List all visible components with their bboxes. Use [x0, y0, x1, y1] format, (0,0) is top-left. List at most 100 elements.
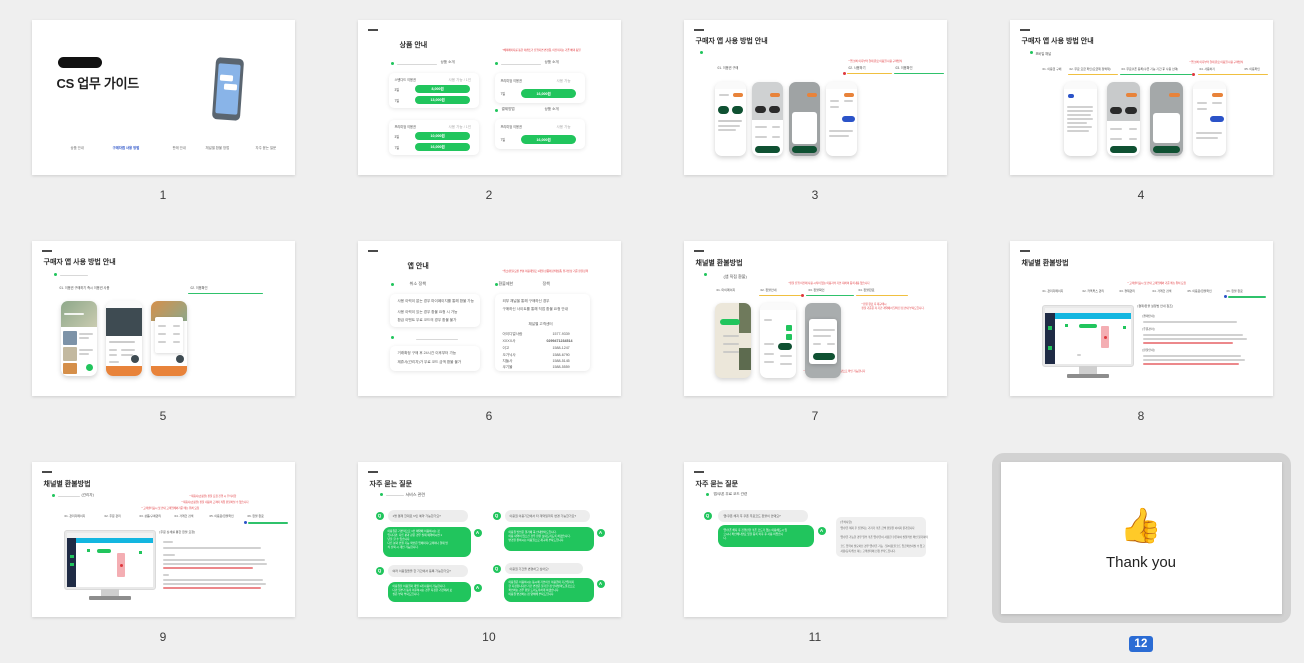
section-label: 상품 소개: [440, 59, 455, 64]
product-card: 프리미엄 이용권 사용 가능 7일 16,000원: [494, 118, 585, 149]
note-line: 앱/쿠폰 해지 후 진행되는 기기가 쿠폰 금액 환불을 이어지 불가합니다: [840, 526, 915, 530]
slide-thumbnail-1[interactable]: CS 업무 가이드 상품 안내 구매자앱 사용 방법 판매 안내 채널별 환불 …: [31, 19, 295, 175]
slide-thumb-wrap-4[interactable]: 구매자 앱 사용 방법 안내 모바일 채널 * 앱 설치 이후부터 결제 완료 …: [1009, 19, 1273, 175]
bullet-dot: [494, 61, 498, 65]
slide-thumbnail-11[interactable]: 자주 묻는 질문 앱/쿠폰 무료 코드 관련 Q 앱/쿠폰 해지 후 쿠폰 무료…: [683, 461, 947, 617]
bullet-dot: [390, 282, 394, 286]
answer-bubble: 이용권은 이용하시는 동시에 기본이신 이용권이 기간일까지 한 지정합니다만 …: [503, 577, 594, 602]
slide-thumb-wrap-12[interactable]: 👍 Thank you: [991, 453, 1291, 623]
title-dash: [693, 249, 704, 252]
body-title: [결제/환불 설정법 안내 참조]: [1137, 303, 1173, 308]
slide-thumb-wrap-9[interactable]: 채널별 환불방법 (관리자) * 제휴사(쇼핑몰) 환불 요청 진행 시 주의사…: [31, 461, 295, 617]
slide-thumb-wrap-8[interactable]: 채널별 환불방법 * 고객센터표시 및 안내 고객업체와 기준 메뉴 위치 요청…: [1009, 240, 1273, 396]
slide-cell-9[interactable]: 채널별 환불방법 (관리자) * 제휴사(쇼핑몰) 환불 요청 진행 시 주의사…: [0, 442, 326, 663]
step-label: 02. 사용하기: [848, 65, 866, 70]
step-marker: [842, 71, 846, 75]
bullet-dot: [379, 492, 383, 496]
step-label: 05. 이용료/환불확인: [209, 513, 234, 518]
text-line: [1066, 125, 1092, 128]
step-rule-green: [805, 294, 854, 297]
slide-subtitle: (앱 직접 환불): [723, 273, 747, 279]
table-cell-value: 1588-1247: [552, 345, 570, 350]
slide-thumbnail-3[interactable]: 구매자 앱 사용 방법 안내 01. 이용권 구매 * 앱 설치 이후부터 결제…: [683, 19, 947, 175]
price-label: 10,000원: [430, 133, 445, 138]
monitor-frame: [1041, 304, 1134, 378]
monitor-stand: [100, 588, 119, 596]
slide-thumb-wrap-1[interactable]: CS 업무 가이드 상품 안내 구매자앱 사용 방법 판매 안내 채널별 환불 …: [31, 19, 295, 175]
slide-cell-6[interactable]: 앱 안내 *취소/환불/교환 부분 이용개월로 1개월 상품에 판매상품, 취자…: [326, 221, 652, 442]
text-line: [771, 135, 780, 138]
red-note-1: * 제휴사(쇼핑몰) 환불 요청 진행 시 주의사항: [189, 494, 237, 498]
product-name: 프리미엄 이용권: [500, 78, 522, 83]
table-cell-value: 0299471234514: [546, 338, 573, 343]
slide-cell-1[interactable]: CS 업무 가이드 상품 안내 구매자앱 사용 방법 판매 안내 채널별 환불 …: [0, 0, 326, 221]
section-rule: [59, 274, 88, 277]
slide-title: 채널별 환불방법: [1021, 259, 1069, 267]
step-label: 05. 이용확인: [1244, 66, 1260, 71]
text-line: [717, 128, 736, 131]
slide-thumbnail-8[interactable]: 채널별 환불방법 * 고객센터표시 및 안내 고객업체와 기준 메뉴 위치 요청…: [1009, 240, 1273, 396]
slide-thumbnail-10[interactable]: 자주 묻는 질문 서비스 관련 Q 1명 결제 한대로 N인 예약 가능한가요?…: [357, 461, 621, 617]
phone-mock: [751, 81, 783, 156]
slide-cell-10[interactable]: 자주 묻는 질문 서비스 관련 Q 1명 결제 한대로 N인 예약 가능한가요?…: [326, 442, 652, 663]
text-line: [162, 558, 265, 561]
text-line: [1142, 333, 1243, 336]
body-section: [주문관리]: [1142, 326, 1155, 331]
text-line: [1142, 337, 1247, 340]
section-label: 취소 정책: [409, 280, 427, 286]
slide-thumb-wrap-10[interactable]: 자주 묻는 질문 서비스 관련 Q 1명 결제 한대로 N인 예약 가능한가요?…: [357, 461, 621, 617]
red-note-top: *환불 진행 이전에 사용 시작이 없는 이용자의 기본 대하여 등록내용 없습…: [788, 281, 870, 285]
question-text: 1명 결제 한대로 N인 예약 가능한가요?: [392, 513, 441, 518]
slide-cell-12[interactable]: 👍 Thank you 12: [978, 442, 1304, 663]
slide-thumb-wrap-2[interactable]: 상품 안내 *혜택페이지를 통한 이벤트가 진행되면 변경됨, 이전까지는 기존…: [357, 19, 621, 175]
step-rule-yellow: [855, 294, 908, 297]
slide-thumb-wrap-5[interactable]: 구매자 앱 사용 방법 안내 01. 이용권 구매하기 즉시 이용권 사용 02…: [31, 240, 295, 396]
slide-cell-4[interactable]: 구매자 앱 사용 방법 안내 모바일 채널 * 앱 설치 이후부터 결제 완료 …: [978, 0, 1304, 221]
bullet-dot: [51, 493, 55, 497]
slide-title: 채널별 환불방법: [695, 259, 743, 267]
phone-header: [105, 300, 142, 308]
slide-cell-7[interactable]: 채널별 환불방법 (앱 직접 환불) *환불 진행 이전에 사용 시작이 없는 …: [652, 221, 978, 442]
monitor-screen: [1044, 307, 1131, 364]
slide-number: 11: [808, 629, 822, 644]
nav-item-label: 구매자앱 사용 방법: [112, 145, 140, 150]
slide-thumb-wrap-3[interactable]: 구매자 앱 사용 방법 안내 01. 이용권 구매 * 앱 설치 이후부터 결제…: [683, 19, 947, 175]
text-line: [722, 334, 739, 337]
slide-cell-11[interactable]: 자주 묻는 질문 앱/쿠폰 무료 코드 관련 Q 앱/쿠폰 해지 후 쿠폰 무료…: [652, 442, 978, 663]
title-dash: [367, 28, 378, 31]
bullet-text: 사용 이력이 있는 경우 환불 요청 시 가능: [397, 309, 458, 314]
section-rule: [415, 338, 458, 341]
text-line: [1211, 101, 1222, 104]
slide-cell-8[interactable]: 채널별 환불방법 * 고객센터표시 및 안내 고객업체와 기준 메뉴 위치 요청…: [978, 221, 1304, 442]
slide-thumbnail-6[interactable]: 앱 안내 *취소/환불/교환 부분 이용개월로 1개월 상품에 판매상품, 취자…: [357, 240, 621, 396]
slide-thumb-wrap-6[interactable]: 앱 안내 *취소/환불/교환 부분 이용개월로 1개월 상품에 판매상품, 취자…: [357, 240, 621, 396]
slide-thumbnail-2[interactable]: 상품 안내 *혜택페이지를 통한 이벤트가 진행되면 변경됨, 이전까지는 기존…: [357, 19, 621, 175]
slide-cell-5[interactable]: 구매자 앱 사용 방법 안내 01. 이용권 구매하기 즉시 이용권 사용 02…: [0, 221, 326, 442]
bullet-dot: [699, 50, 703, 54]
slide-thumb-wrap-7[interactable]: 채널별 환불방법 (앱 직접 환불) *환불 진행 이전에 사용 시작이 없는 …: [683, 240, 947, 396]
slide-thumbnail-4[interactable]: 구매자 앱 사용 방법 안내 모바일 채널 * 앱 설치 이후부터 결제 완료 …: [1009, 19, 1273, 175]
bullet-text: 거래확정 구매 후 24시간 이후부터 가능: [397, 350, 457, 355]
slide-thumbnail-5[interactable]: 구매자 앱 사용 방법 안내 01. 이용권 구매하기 즉시 이용권 사용 02…: [31, 240, 295, 396]
phone-mock: [60, 300, 97, 376]
bullet-dot: [494, 108, 498, 112]
price-label: 16,000원: [536, 91, 551, 96]
phone-mock: [714, 81, 746, 156]
step-rule-green: [1119, 73, 1192, 76]
highlight-marker: [1103, 335, 1107, 339]
slide-cell-2[interactable]: 상품 안내 *혜택페이지를 통한 이벤트가 진행되면 변경됨, 이전까지는 기존…: [326, 0, 652, 221]
admin-topbar: [1054, 312, 1131, 319]
slide-thumbnail-9[interactable]: 채널별 환불방법 (관리자) * 제휴사(쇼핑몰) 환불 요청 진행 시 주의사…: [31, 461, 295, 617]
slide-number: 4: [1137, 187, 1145, 202]
note-title: [주의사항]: [840, 520, 852, 524]
monitor-base: [1066, 373, 1109, 378]
button-dark: [754, 105, 766, 113]
slide-cell-3[interactable]: 구매자 앱 사용 방법 안내 01. 이용권 구매 * 앱 설치 이후부터 결제…: [652, 0, 978, 221]
bullet-text: 구매하신 사이트를 통해 직접 환불 요청 안내: [502, 306, 569, 311]
red-note-2: * 제휴사(쇼핑몰) 환불 내용이 고객이 직접 환불하실 수 없습니다: [181, 500, 249, 504]
question-bubble: 이용권 기간을 변경하고 싶어요!: [504, 562, 583, 574]
slide-thumbnail-7[interactable]: 채널별 환불방법 (앱 직접 환불) *환불 진행 이전에 사용 시작이 없는 …: [683, 240, 947, 396]
slide-thumb-wrap-11[interactable]: 자주 묻는 질문 앱/쿠폰 무료 코드 관련 Q 앱/쿠폰 해지 후 쿠폰 무료…: [683, 461, 947, 617]
slide-thumbnail-12[interactable]: 👍 Thank you: [1000, 462, 1282, 614]
answer-bubble: 이용권은 기본적으로 1인 예약에 이용하시는 것 입니다만, 다른 분과 같은…: [382, 526, 471, 557]
